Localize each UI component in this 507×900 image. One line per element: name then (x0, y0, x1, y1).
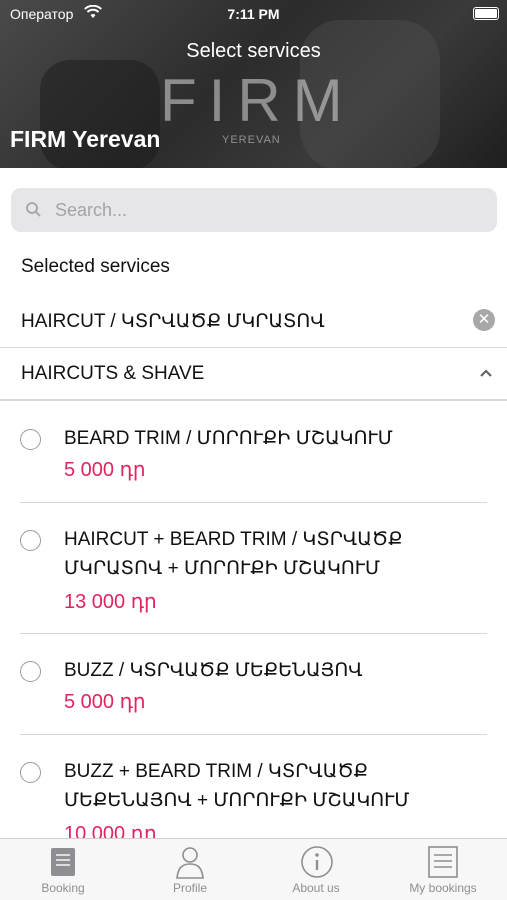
service-title: BEARD TRIM / ՄՈՐՈՒՔԻ ՄՇԱԿՈՒՄ (64, 428, 393, 449)
remove-icon[interactable]: ✕ (473, 309, 495, 331)
tab-booking[interactable]: Booking (0, 839, 126, 900)
tab-about-us[interactable]: About us (253, 839, 379, 900)
category-header[interactable]: HAIRCUTS & SHAVE (0, 348, 507, 401)
service-title: BUZZ / ԿՏՐՎԱԾՔ ՄԵՔԵՆԱՅՈՎ (64, 660, 363, 681)
service-price: 10 000 դր (64, 823, 157, 838)
brand-logo: FIRM (160, 67, 355, 134)
service-title-line-2: ՄԿՐԱՏՈՎ + ՄՈՐՈՒՔԻ ՄՇԱԿՈՒՄ (64, 558, 381, 579)
service-price: 5 000 դր (64, 691, 146, 713)
list-icon (428, 846, 458, 878)
tab-my-bookings[interactable]: My bookings (380, 839, 506, 900)
service-price: 5 000 դր (64, 459, 146, 481)
category-name: HAIRCUTS & SHAVE (21, 363, 205, 384)
service-price: 13 000 դր (64, 591, 157, 613)
selected-service-name: HAIRCUT / ԿՏՐՎԱԾՔ ՄԿՐԱՏՈՎ (21, 311, 325, 332)
status-time: 7:11 PM (227, 6, 280, 22)
chevron-up-icon[interactable] (479, 366, 493, 380)
radio-button[interactable] (20, 661, 41, 682)
service-title-line-2: ՄԵՔԵՆԱՅՈՎ + ՄՈՐՈՒՔԻ ՄՇԱԿՈՒՄ (64, 790, 410, 811)
tab-bar: Booking Profile About us My bookings (0, 838, 507, 900)
brand-logo-subtitle: YEREVAN (222, 134, 281, 146)
service-item[interactable]: BUZZ + BEARD TRIM / ԿՏՐՎԱԾՔ ՄԵՔԵՆԱՅՈՎ + … (20, 735, 487, 838)
radio-button[interactable] (20, 762, 41, 783)
person-icon (176, 847, 204, 879)
header: Оператор 7:11 PM Select services FIRM YE… (0, 0, 507, 168)
service-list[interactable]: BEARD TRIM / ՄՈՐՈՒՔԻ ՄՇԱԿՈՒՄ 5 000 դր HA… (0, 402, 507, 838)
service-item[interactable]: BUZZ / ԿՏՐՎԱԾՔ ՄԵՔԵՆԱՅՈՎ 5 000 դր (20, 634, 487, 735)
tab-label: My bookings (409, 881, 477, 895)
tab-label: About us (292, 881, 340, 895)
battery-icon (473, 7, 499, 20)
info-icon (301, 846, 333, 878)
service-title-line-1: HAIRCUT + BEARD TRIM / ԿՏՐՎԱԾՔ (64, 529, 403, 550)
radio-button[interactable] (20, 429, 41, 450)
selected-service-row: HAIRCUT / ԿՏՐՎԱԾՔ ՄԿՐԱՏՈՎ ✕ (0, 292, 507, 348)
radio-button[interactable] (20, 530, 41, 551)
service-item[interactable]: BEARD TRIM / ՄՈՐՈՒՔԻ ՄՇԱԿՈՒՄ 5 000 դր (20, 402, 487, 503)
selected-services-heading: Selected services (21, 256, 170, 277)
search-bar[interactable] (11, 188, 497, 232)
tab-profile[interactable]: Profile (127, 839, 253, 900)
salon-name: FIRM Yerevan (10, 126, 161, 152)
service-item[interactable]: HAIRCUT + BEARD TRIM / ԿՏՐՎԱԾՔ ՄԿՐԱՏՈՎ +… (20, 503, 487, 634)
service-title-line-1: BUZZ + BEARD TRIM / ԿՏՐՎԱԾՔ (64, 761, 369, 782)
search-icon (25, 201, 43, 219)
page-title: Select services (186, 40, 321, 62)
status-bar: Оператор 7:11 PM (0, 0, 507, 28)
book-icon (51, 848, 75, 876)
tab-label: Profile (172, 881, 207, 895)
search-input[interactable] (55, 188, 485, 232)
tab-label: Booking (41, 881, 85, 895)
